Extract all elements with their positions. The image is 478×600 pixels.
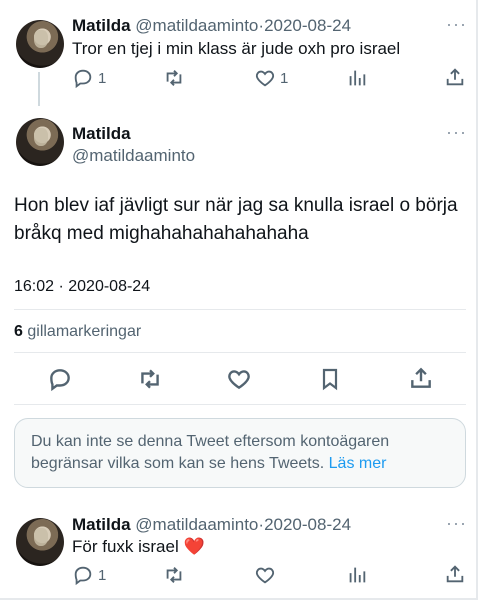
reply-button[interactable]: 1	[72, 564, 106, 586]
divider	[14, 352, 466, 353]
tweet-date[interactable]: 2020-08-24	[264, 16, 351, 35]
tweet-text-content: För fuxk israel	[72, 537, 179, 556]
share-icon	[446, 565, 464, 583]
tweet-header: Matilda @matildaaminto·2020-08-24	[72, 515, 351, 535]
reply-icon	[74, 69, 92, 89]
read-more-link[interactable]: Läs mer	[329, 455, 387, 472]
analytics-icon	[349, 70, 366, 86]
timeline-frame	[0, 0, 478, 600]
avatar[interactable]	[16, 20, 64, 68]
heart-icon	[255, 567, 275, 584]
retweet-button[interactable]	[162, 67, 186, 89]
share-button[interactable]	[408, 365, 434, 391]
author-name[interactable]: Matilda	[72, 16, 131, 35]
avatar[interactable]	[16, 518, 64, 566]
retweet-button[interactable]	[162, 564, 186, 586]
heart-icon	[255, 70, 275, 87]
bookmark-button[interactable]	[318, 366, 342, 392]
main-tweet-text-line: bråkq med mighahahahahahahaha	[14, 223, 309, 244]
more-options-icon[interactable]: ···	[446, 122, 467, 143]
like-count: 1	[280, 69, 289, 87]
author-handle[interactable]: @matildaaminto	[135, 16, 258, 35]
thread-line	[38, 72, 40, 106]
analytics-icon	[349, 567, 366, 583]
tweet-date[interactable]: 2020-08-24	[264, 515, 351, 534]
tweet-text: För fuxk israel ❤️	[72, 536, 205, 558]
reply-button[interactable]: 1	[72, 67, 106, 89]
likes-summary[interactable]: 6 gillamarkeringar	[14, 321, 141, 343]
main-tweet-text-line: Hon blev iaf jävligt sur när jag sa knul…	[14, 195, 458, 216]
reply-button[interactable]	[47, 366, 73, 392]
restricted-tweet-notice: Du kan inte se denna Tweet eftersom kont…	[14, 418, 466, 488]
views-button[interactable]	[346, 564, 368, 586]
main-tweet-text: Hon blev iaf jävligt sur när jag sa knul…	[14, 192, 469, 248]
more-options-icon[interactable]: ···	[446, 14, 467, 35]
like-button[interactable]	[254, 564, 276, 586]
share-button[interactable]	[444, 563, 466, 585]
likes-label: gillamarkeringar	[27, 323, 142, 340]
like-button[interactable]: 1	[254, 67, 288, 89]
likes-count: 6	[14, 323, 23, 340]
heart-emoji: ❤️	[183, 537, 205, 556]
tweet-text: Tror en tjej i min klass är jude oxh pro…	[72, 39, 401, 58]
share-icon	[446, 68, 464, 86]
divider	[14, 404, 466, 405]
share-icon	[411, 367, 431, 388]
reply-count: 1	[98, 566, 107, 584]
author-handle[interactable]: @matildaaminto	[135, 515, 258, 534]
tweet-header: Matilda @matildaaminto·2020-08-24	[72, 16, 351, 36]
views-button[interactable]	[346, 67, 368, 89]
retweet-icon	[141, 369, 159, 389]
avatar[interactable]	[16, 118, 64, 166]
like-button[interactable]	[226, 366, 252, 392]
more-options-icon[interactable]: ···	[446, 513, 467, 534]
reply-count: 1	[98, 69, 107, 87]
tweet-header: Matilda @matildaaminto	[72, 124, 195, 166]
reply-icon	[50, 369, 70, 392]
author-name[interactable]: Matilda	[72, 515, 131, 534]
bookmark-icon	[322, 368, 338, 391]
reply-icon	[74, 566, 92, 586]
retweet-icon	[166, 70, 182, 86]
divider	[14, 309, 466, 310]
retweet-icon	[166, 567, 182, 583]
share-button[interactable]	[444, 66, 466, 88]
tweet-timestamp[interactable]: 16:02 · 2020-08-24	[14, 276, 150, 298]
author-name[interactable]: Matilda	[72, 124, 195, 144]
author-handle[interactable]: @matildaaminto	[72, 146, 195, 166]
heart-icon	[228, 370, 250, 390]
retweet-button[interactable]	[136, 366, 164, 392]
